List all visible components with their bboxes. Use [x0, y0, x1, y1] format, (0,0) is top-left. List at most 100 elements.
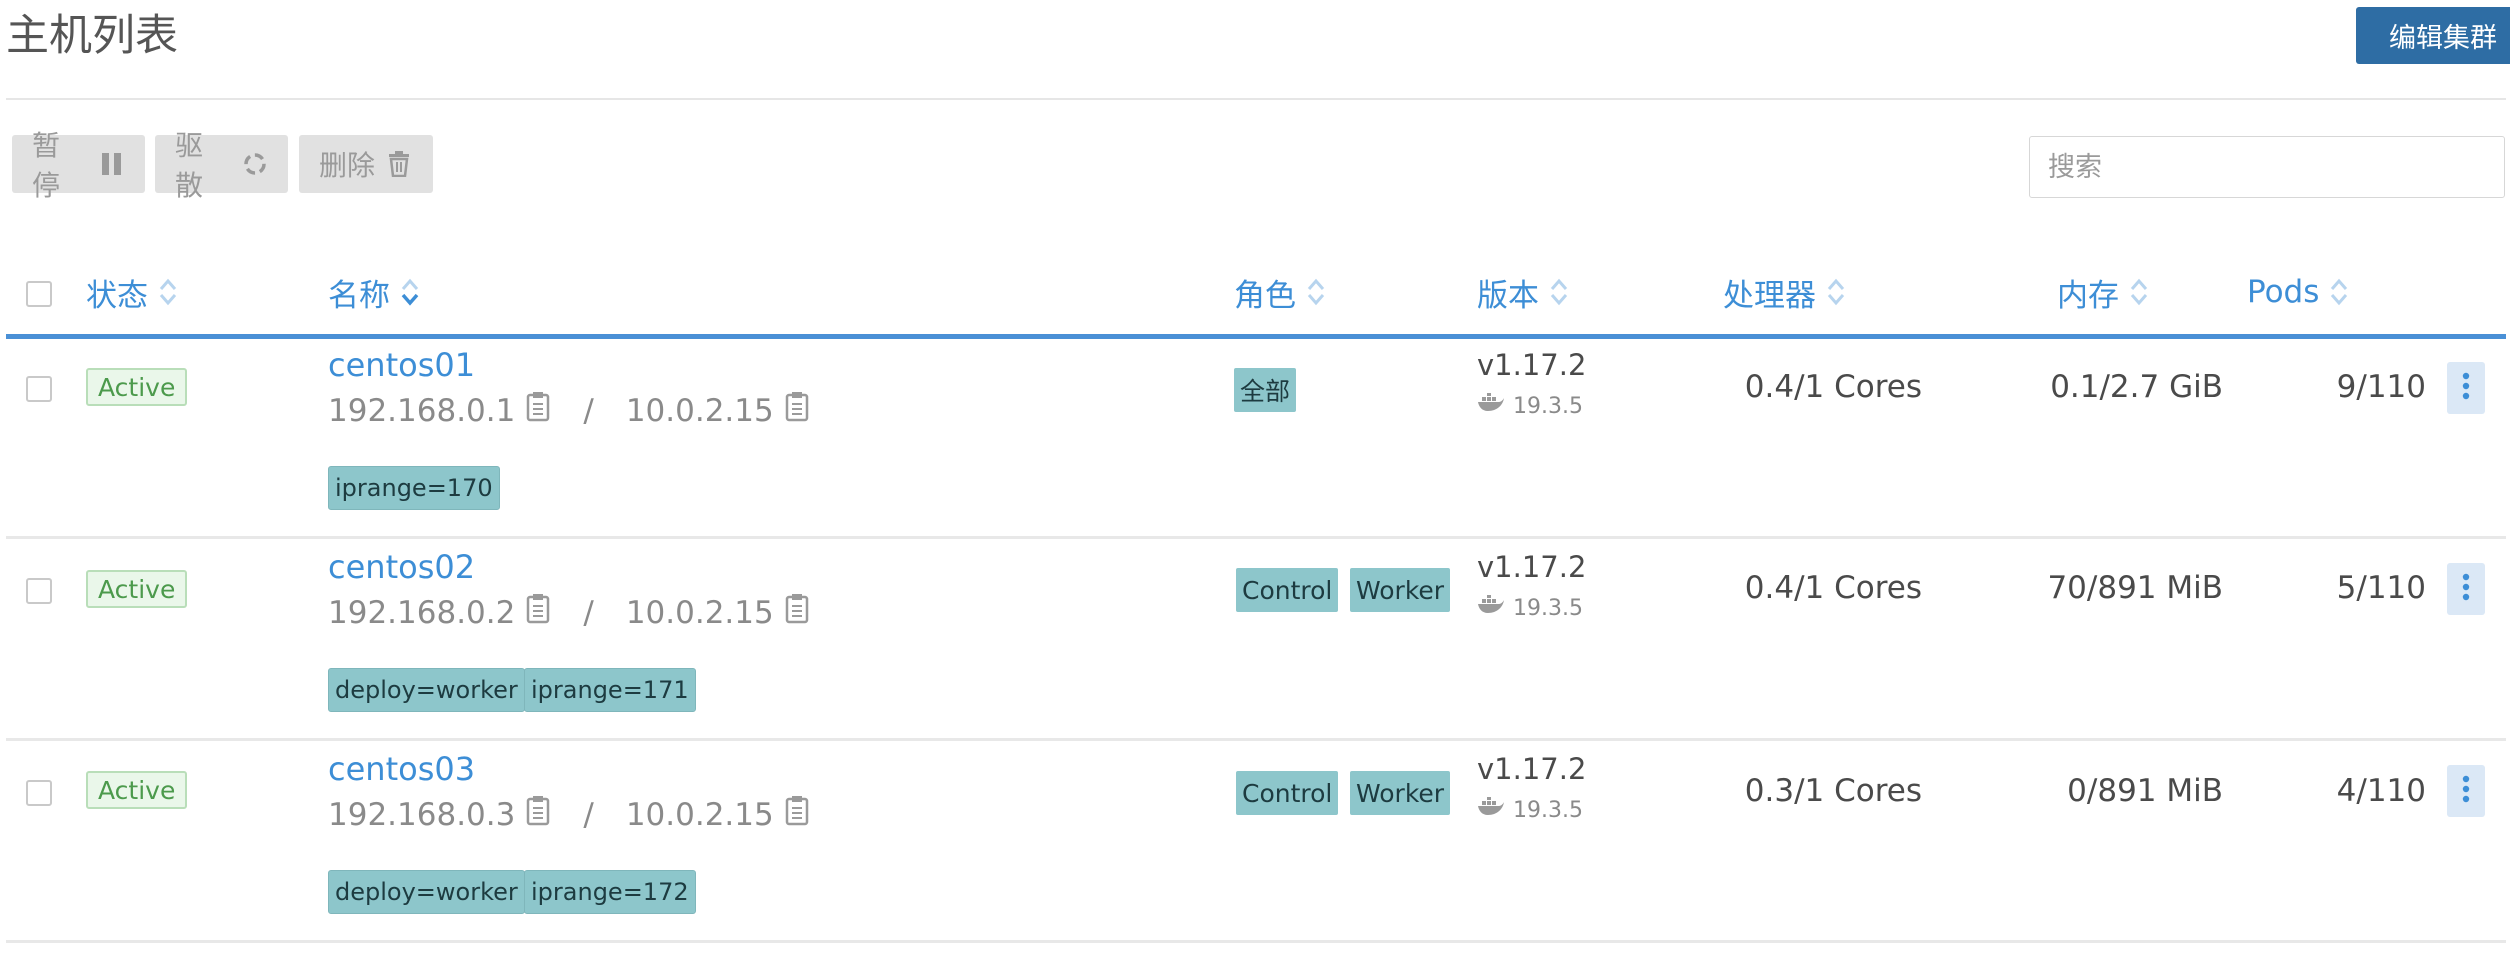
- pods-count: 4/110: [2336, 773, 2426, 809]
- docker-version: 19.3.5: [1477, 594, 1583, 624]
- pause-button[interactable]: 暂停: [12, 129, 145, 202]
- column-header-label: 版本: [1477, 277, 1539, 314]
- row-divider: [6, 536, 2506, 539]
- docker-version: 19.3.5: [1477, 796, 1583, 826]
- role-tag: Worker: [1350, 568, 1451, 612]
- sort-icon: [2129, 277, 2149, 307]
- column-header-label: 内存: [2057, 277, 2119, 314]
- ip-address: 192.168.0.2: [328, 595, 516, 631]
- docker-version: 19.3.5: [1477, 392, 1583, 422]
- sort-desc-icon: [400, 277, 420, 307]
- column-header-state[interactable]: 状态: [86, 270, 178, 314]
- column-header-label: 名称: [328, 277, 390, 314]
- row-divider: [6, 940, 2506, 943]
- kebab-menu-icon: [2462, 774, 2470, 808]
- sort-icon: [1306, 277, 1326, 307]
- column-header-roles[interactable]: 角色: [1234, 270, 1326, 314]
- column-header-label: 角色: [1234, 277, 1296, 314]
- drain-button[interactable]: 驱散: [155, 129, 288, 202]
- drain-label: 驱散: [175, 129, 204, 202]
- cpu-usage: 0.4/1 Cores: [1744, 369, 1922, 405]
- label-tag: iprange=171: [524, 668, 696, 712]
- row-actions-button[interactable]: [2447, 563, 2485, 615]
- memory-usage: 0.1/2.7 GiB: [2050, 369, 2223, 405]
- ip-separator: /: [583, 595, 594, 631]
- column-header-name[interactable]: 名称: [328, 270, 420, 314]
- role-tag: Control: [1236, 771, 1339, 815]
- internal-ip-address: 10.0.2.15: [625, 797, 774, 833]
- host-name-link[interactable]: centos03: [328, 749, 475, 789]
- docker-version-text: 19.3.5: [1513, 798, 1583, 823]
- refresh-icon: [242, 151, 268, 177]
- role-tag: 全部: [1234, 368, 1297, 412]
- column-header-label: Pods: [2247, 274, 2320, 310]
- k8s-version: v1.17.2: [1477, 550, 1587, 584]
- row-checkbox[interactable]: [26, 578, 52, 604]
- docker-icon: [1477, 392, 1505, 422]
- row-checkbox[interactable]: [26, 376, 52, 402]
- ip-separator: /: [583, 393, 594, 429]
- cpu-usage: 0.3/1 Cores: [1744, 773, 1922, 809]
- host-ip-line: 192.168.0.2 / 10.0.2.15: [328, 592, 810, 634]
- k8s-version: v1.17.2: [1477, 348, 1587, 382]
- trash-icon: [387, 151, 411, 177]
- search-input[interactable]: [2029, 136, 2505, 198]
- column-header-pods[interactable]: Pods: [2247, 270, 2349, 314]
- row-checkbox[interactable]: [26, 780, 52, 806]
- label-tag: iprange=172: [524, 870, 696, 914]
- clipboard-icon[interactable]: [784, 390, 810, 432]
- ip-address: 192.168.0.3: [328, 797, 516, 833]
- clipboard-icon[interactable]: [525, 794, 551, 836]
- memory-usage: 70/891 MiB: [2047, 570, 2223, 606]
- row-actions-button[interactable]: [2447, 765, 2485, 817]
- label-tag: iprange=170: [328, 466, 500, 510]
- column-header-label: 处理器: [1723, 277, 1816, 314]
- memory-usage: 0/891 MiB: [2067, 773, 2223, 809]
- host-ip-line: 192.168.0.3 / 10.0.2.15: [328, 794, 810, 836]
- internal-ip-address: 10.0.2.15: [625, 393, 774, 429]
- clipboard-icon[interactable]: [525, 592, 551, 634]
- row-actions-button[interactable]: [2447, 362, 2485, 414]
- kebab-menu-icon: [2462, 572, 2470, 606]
- clipboard-icon[interactable]: [784, 592, 810, 634]
- table-header-divider: [6, 334, 2506, 339]
- sort-icon: [1549, 277, 1569, 307]
- internal-ip-address: 10.0.2.15: [625, 595, 774, 631]
- pause-label: 暂停: [32, 129, 61, 202]
- status-badge: Active: [86, 771, 188, 809]
- edit-cluster-button[interactable]: 编辑集群: [2356, 7, 2510, 64]
- host-name-link[interactable]: centos02: [328, 547, 475, 587]
- label-tag: deploy=worker: [328, 668, 525, 712]
- docker-icon: [1477, 796, 1505, 826]
- cpu-usage: 0.4/1 Cores: [1744, 570, 1922, 606]
- role-tag: Worker: [1350, 771, 1451, 815]
- sort-icon: [2329, 277, 2349, 307]
- host-ip-line: 192.168.0.1 / 10.0.2.15: [328, 390, 810, 432]
- row-divider: [6, 738, 2506, 741]
- select-all-checkbox[interactable]: [26, 281, 52, 307]
- pods-count: 5/110: [2336, 570, 2426, 606]
- docker-version-text: 19.3.5: [1513, 394, 1583, 419]
- column-header-memory[interactable]: 内存: [2057, 270, 2149, 314]
- docker-version-text: 19.3.5: [1513, 596, 1583, 621]
- page-title: 主机列表: [6, 11, 178, 61]
- label-tag: deploy=worker: [328, 870, 525, 914]
- status-badge: Active: [86, 368, 188, 406]
- divider: [6, 98, 2506, 100]
- host-name-link[interactable]: centos01: [328, 345, 475, 385]
- pods-count: 9/110: [2336, 369, 2426, 405]
- kebab-menu-icon: [2462, 371, 2470, 405]
- column-header-cpu[interactable]: 处理器: [1723, 270, 1846, 314]
- clipboard-icon[interactable]: [784, 794, 810, 836]
- status-badge: Active: [86, 570, 188, 608]
- pause-icon: [99, 151, 125, 177]
- k8s-version: v1.17.2: [1477, 752, 1587, 786]
- clipboard-icon[interactable]: [525, 390, 551, 432]
- role-tag: Control: [1236, 568, 1339, 612]
- column-header-version[interactable]: 版本: [1477, 270, 1569, 314]
- sort-icon: [158, 277, 178, 307]
- delete-button[interactable]: 删除: [299, 135, 433, 193]
- ip-separator: /: [583, 797, 594, 833]
- column-header-label: 状态: [86, 277, 148, 314]
- sort-icon: [1826, 277, 1846, 307]
